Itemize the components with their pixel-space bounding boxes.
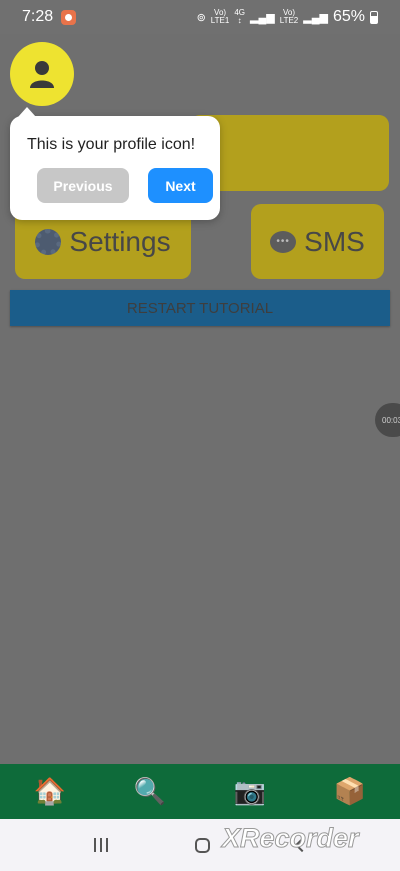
status-bar: 7:28 ⊚ Vo) LTE1 4G ↕ ▂▄▆ Vo) LTE2 ▂▄▆ 65% — [0, 0, 400, 34]
restart-tutorial-button[interactable]: RESTART TUTORIAL — [10, 290, 390, 326]
recorder-icon — [61, 9, 77, 25]
settings-label: Settings — [69, 225, 171, 257]
network-1-bottom: LTE1 — [210, 16, 230, 25]
network-gen-label: 4G — [234, 8, 245, 17]
network-2: Vo) LTE2 — [280, 9, 299, 25]
package-icon: 📦 — [333, 776, 367, 806]
profile-avatar[interactable] — [10, 42, 74, 106]
status-left: 7:28 — [22, 8, 77, 26]
gear-icon — [35, 228, 62, 255]
battery-icon — [370, 10, 378, 24]
hotspot-icon: ⊚ — [196, 11, 206, 24]
tutorial-tooltip: This is your profile icon! Previous Next — [10, 107, 220, 220]
signal-2-icon: ▂▄▆ — [303, 11, 328, 24]
tab-camera[interactable]: 📷 — [220, 764, 280, 819]
recorder-timer-bubble[interactable]: 00:03 — [375, 403, 400, 437]
camera-icon: 📷 — [233, 776, 267, 806]
search-icon: 🔍 — [133, 776, 167, 806]
next-button[interactable]: Next — [148, 168, 213, 203]
network-1: Vo) LTE1 — [211, 9, 230, 25]
home-icon: 🏠 — [33, 776, 67, 806]
home-button[interactable] — [194, 837, 210, 853]
speech-bubble-icon: ••• — [270, 230, 297, 253]
status-time: 7:28 — [22, 8, 54, 25]
previous-button[interactable]: Previous — [37, 168, 129, 203]
sms-card[interactable]: ••• SMS — [251, 204, 384, 279]
recent-apps-button[interactable] — [93, 838, 108, 852]
sms-label: SMS — [304, 225, 365, 257]
user-icon — [30, 61, 54, 88]
tab-package[interactable]: 📦 — [320, 764, 380, 819]
tab-home[interactable]: 🏠 — [20, 764, 80, 819]
tooltip-text: This is your profile icon! — [27, 136, 196, 153]
battery-percent: 65% — [332, 8, 365, 25]
network-gen: 4G ↕ — [234, 8, 245, 25]
signal-1-icon: ▂▄▆ — [250, 11, 275, 24]
status-right: ⊚ Vo) LTE1 4G ↕ ▂▄▆ Vo) LTE2 ▂▄▆ 65% — [197, 8, 378, 26]
tab-search[interactable]: 🔍 — [120, 764, 180, 819]
xrecorder-watermark: XRecorder — [222, 823, 360, 854]
bottom-tab-bar: 🏠 🔍 📷 📦 — [0, 764, 400, 819]
network-2-bottom: LTE2 — [279, 16, 299, 25]
